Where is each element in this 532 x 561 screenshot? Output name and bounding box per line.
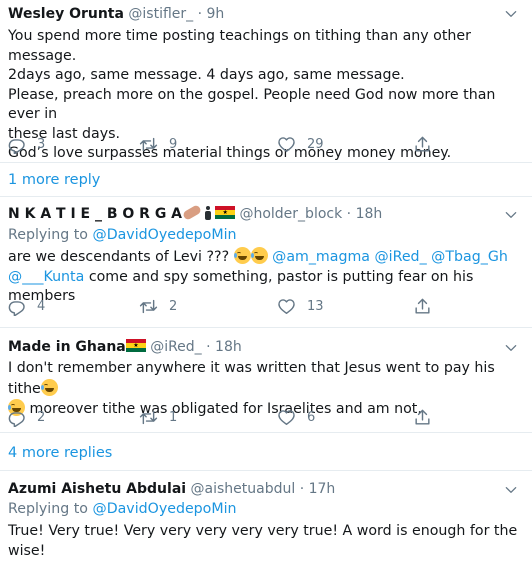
tweet-actions: 4 2 13 [0,296,532,316]
tweet-header: Made in Ghana ★ @iRed_ · 18h [8,338,242,356]
ghana-flag-icon: ★ [125,339,146,352]
caret-down-icon[interactable] [504,7,518,21]
replying-to: Replying to @DavidOyedepoMin [8,226,237,246]
reply-count: 3 [37,136,46,152]
more-replies-link[interactable]: 4 more replies [8,444,112,462]
mention-links[interactable]: @am_magma @iRed_ @Tbag_Gh [272,249,508,265]
user-handle[interactable]: @istifler_ [128,6,193,22]
tweet-text-line: Please, preach more on the gospel. Peopl… [8,86,496,123]
like-icon [277,297,296,316]
retweet-button[interactable]: 2 [139,296,177,316]
share-icon [413,135,432,154]
like-button[interactable]: 29 [277,134,324,154]
reply-count: 2 [37,409,46,425]
tweet-wesley-orunta[interactable]: Wesley Orunta @istifler_ · 9h You spend … [0,0,532,161]
timestamp[interactable]: 17h [309,481,336,497]
retweet-icon [139,408,158,427]
share-icon [413,297,432,316]
tweet-nkatie-borga[interactable]: N K A T I E _ B O R G A ★ @holder_block ·… [0,197,532,327]
like-button[interactable]: 13 [277,296,324,316]
tweet-actions: 2 1 6 [0,407,532,427]
separator: · [299,481,305,497]
reply-icon [7,135,26,154]
laughing-tears-emoji [40,378,58,396]
person-emoji [204,206,212,220]
retweet-button[interactable]: 1 [139,407,177,427]
tweet-header: Wesley Orunta @istifler_ · 9h [8,5,224,23]
user-handle[interactable]: @holder_block [239,206,342,222]
display-name-text: Made in Ghana [8,339,126,355]
tweet-header: Azumi Aishetu Abdulai @aishetuabdul · 17… [8,480,335,498]
reply-button[interactable]: 2 [7,407,45,427]
display-name-text: N K A T I E _ B O R G A [8,206,183,222]
display-name[interactable]: Wesley Orunta [8,6,124,22]
ghana-flag-icon: ★ [215,206,236,219]
divider [0,162,532,163]
tweet-text-line: You spend more time posting teachings on… [8,28,471,64]
retweet-icon [139,297,158,316]
replying-to-label: Replying to [8,501,88,517]
tweet-text-line: are we descendants of Levi ??? @am_magma… [8,247,524,268]
separator: · [346,206,352,222]
reply-button[interactable]: 3 [7,134,45,154]
reply-count: 4 [37,298,46,314]
peanut-emoji [181,204,203,221]
like-icon [277,135,296,154]
like-count: 13 [307,298,324,314]
replying-to-link[interactable]: @DavidOyedepoMin [93,501,237,517]
tweet-text-line: True! Very true! Very very very very ver… [8,523,518,559]
tweet-text: True! Very true! Very very very very ver… [8,522,524,561]
timestamp[interactable]: 18h [215,339,242,355]
tweet-text-line: I don't remember anywhere it was written… [8,359,524,399]
reply-button[interactable]: 4 [7,296,45,316]
separator: · [206,339,211,355]
retweet-count: 1 [169,409,178,425]
tweet-text-segment: I don't remember anywhere it was written… [8,360,495,397]
like-count: 6 [307,409,316,425]
share-button[interactable] [413,134,443,154]
tweet-made-in-ghana[interactable]: Made in Ghana ★ @iRed_ · 18h I don't reme… [0,328,532,430]
display-name[interactable]: Azumi Aishetu Abdulai [8,481,186,497]
reply-icon [7,408,26,427]
user-handle[interactable]: @iRed_ [150,339,202,355]
laughing-tears-emoji [233,247,251,264]
display-name[interactable]: Made in Ghana ★ [8,339,146,355]
divider [0,432,532,433]
retweet-button[interactable]: 9 [139,134,177,154]
retweet-icon [139,135,158,154]
like-button[interactable]: 6 [277,407,315,427]
like-count: 29 [307,136,324,152]
more-replies-link[interactable]: 1 more reply [8,171,100,189]
tweet-azumi-abdulai[interactable]: Azumi Aishetu Abdulai @aishetuabdul · 17… [0,471,532,559]
share-icon [413,408,432,427]
timestamp[interactable]: 9h [207,6,225,22]
tweet-actions: 3 9 29 [0,134,532,154]
caret-down-icon[interactable] [504,483,518,497]
share-button[interactable] [413,296,443,316]
tweet-header: N K A T I E _ B O R G A ★ @holder_block ·… [8,204,383,223]
replying-to-label: Replying to [8,227,88,243]
tweet-text-line: 2days ago, same message. 4 days ago, sam… [8,67,405,83]
mention-link[interactable]: @___Kunta [8,269,84,285]
caret-down-icon[interactable] [504,208,518,222]
like-icon [277,408,296,427]
laughing-tears-emoji [250,247,268,264]
tweet-text-segment: are we descendants of Levi ??? [8,249,230,265]
retweet-count: 2 [169,298,178,314]
replying-to: Replying to @DavidOyedepoMin [8,500,237,520]
user-handle[interactable]: @aishetuabdul [191,481,296,497]
retweet-count: 9 [169,136,178,152]
separator: · [197,6,203,22]
display-name[interactable]: N K A T I E _ B O R G A ★ [8,204,236,222]
timestamp[interactable]: 18h [356,206,383,222]
reply-icon [7,297,26,316]
replying-to-link[interactable]: @DavidOyedepoMin [93,227,237,243]
caret-down-icon[interactable] [504,341,518,355]
share-button[interactable] [413,407,443,427]
